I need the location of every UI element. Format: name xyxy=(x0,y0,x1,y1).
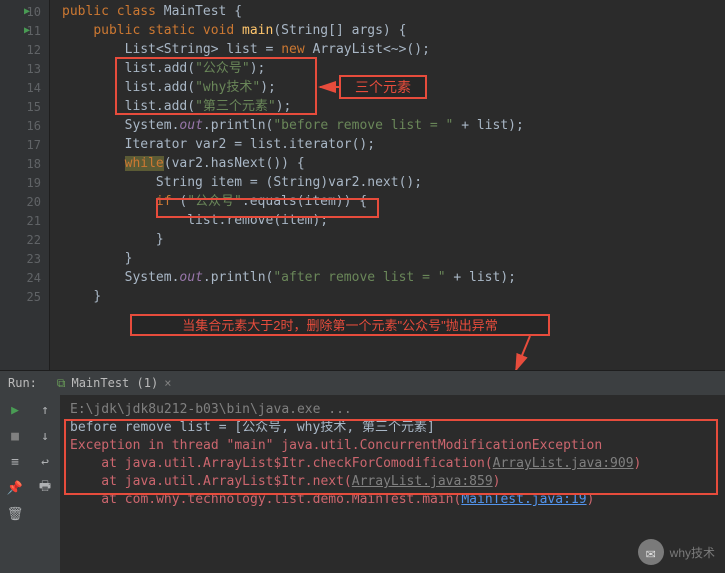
run-icon[interactable]: ▶ xyxy=(24,25,30,36)
trash-icon[interactable]: 🗑 xyxy=(6,505,24,523)
run-body: ▶ ■ ≡ 📌 🗑 ↑ ↓ ↩ 🖶 E:\jdk\jdk8u212-b03\bi… xyxy=(0,395,725,573)
close-icon[interactable]: × xyxy=(164,376,171,390)
run-toolbar-left: ▶ ■ ≡ 📌 🗑 xyxy=(0,395,30,573)
pin-icon[interactable]: 📌 xyxy=(6,479,24,497)
annotation-box-adds xyxy=(115,57,317,115)
down-icon[interactable]: ↓ xyxy=(36,427,54,445)
gutter-18[interactable]: 18 xyxy=(0,154,49,173)
run-tab-icon: ⧉ xyxy=(57,376,66,391)
stop-icon[interactable]: ■ xyxy=(6,427,24,445)
gutter-22[interactable]: 22 xyxy=(0,230,49,249)
gutter-23[interactable]: 23 xyxy=(0,249,49,268)
rerun-icon[interactable]: ▶ xyxy=(6,401,24,419)
gutter-14[interactable]: 14 xyxy=(0,78,49,97)
code-content[interactable]: public class MainTest { public static vo… xyxy=(50,0,725,370)
gutter-17[interactable]: 17 xyxy=(0,135,49,154)
annotation-label-2: 当集合元素大于2时，删除第一个元素"公众号"抛出异常 xyxy=(130,314,550,336)
gutter-10[interactable]: ▶10 xyxy=(0,2,49,21)
print-icon[interactable]: 🖶 xyxy=(36,479,54,497)
annotation-label-1: 三个元素 xyxy=(339,75,427,99)
console-output[interactable]: E:\jdk\jdk8u212-b03\bin\java.exe ... bef… xyxy=(60,395,725,573)
gutter-24[interactable]: 24 xyxy=(0,268,49,287)
gutter-20[interactable]: 20 xyxy=(0,192,49,211)
gutter-13[interactable]: 13 xyxy=(0,59,49,78)
run-icon[interactable]: ▶ xyxy=(24,6,30,17)
up-icon[interactable]: ↑ xyxy=(36,401,54,419)
watermark: ✉ why技术 xyxy=(638,539,715,565)
wrap-icon[interactable]: ↩ xyxy=(36,453,54,471)
gutter-11[interactable]: ▶11 xyxy=(0,21,49,40)
wechat-icon: ✉ xyxy=(638,539,664,565)
console-cmd: E:\jdk\jdk8u212-b03\bin\java.exe ... xyxy=(70,401,715,419)
run-label: Run: xyxy=(8,376,37,390)
code-editor: ▶10 ▶11 12 13 14 15 16 17 18 19 20 21 22… xyxy=(0,0,725,370)
gutter-19[interactable]: 19 xyxy=(0,173,49,192)
gutter-15[interactable]: 15 xyxy=(0,97,49,116)
gutter-12[interactable]: 12 xyxy=(0,40,49,59)
run-tab[interactable]: ⧉ MainTest (1) × xyxy=(49,372,180,395)
run-panel: Run: ⧉ MainTest (1) × ▶ ■ ≡ 📌 🗑 ↑ ↓ ↩ 🖶 … xyxy=(0,370,725,573)
gutter-16[interactable]: 16 xyxy=(0,116,49,135)
run-header: Run: ⧉ MainTest (1) × xyxy=(0,371,725,395)
annotation-box-if xyxy=(156,198,379,218)
layout-icon[interactable]: ≡ xyxy=(6,453,24,471)
gutter-25[interactable]: 25 xyxy=(0,287,49,306)
run-toolbar-left2: ↑ ↓ ↩ 🖶 xyxy=(30,395,60,573)
line-gutter: ▶10 ▶11 12 13 14 15 16 17 18 19 20 21 22… xyxy=(0,0,50,370)
annotation-box-exception xyxy=(64,419,718,495)
gutter-21[interactable]: 21 xyxy=(0,211,49,230)
